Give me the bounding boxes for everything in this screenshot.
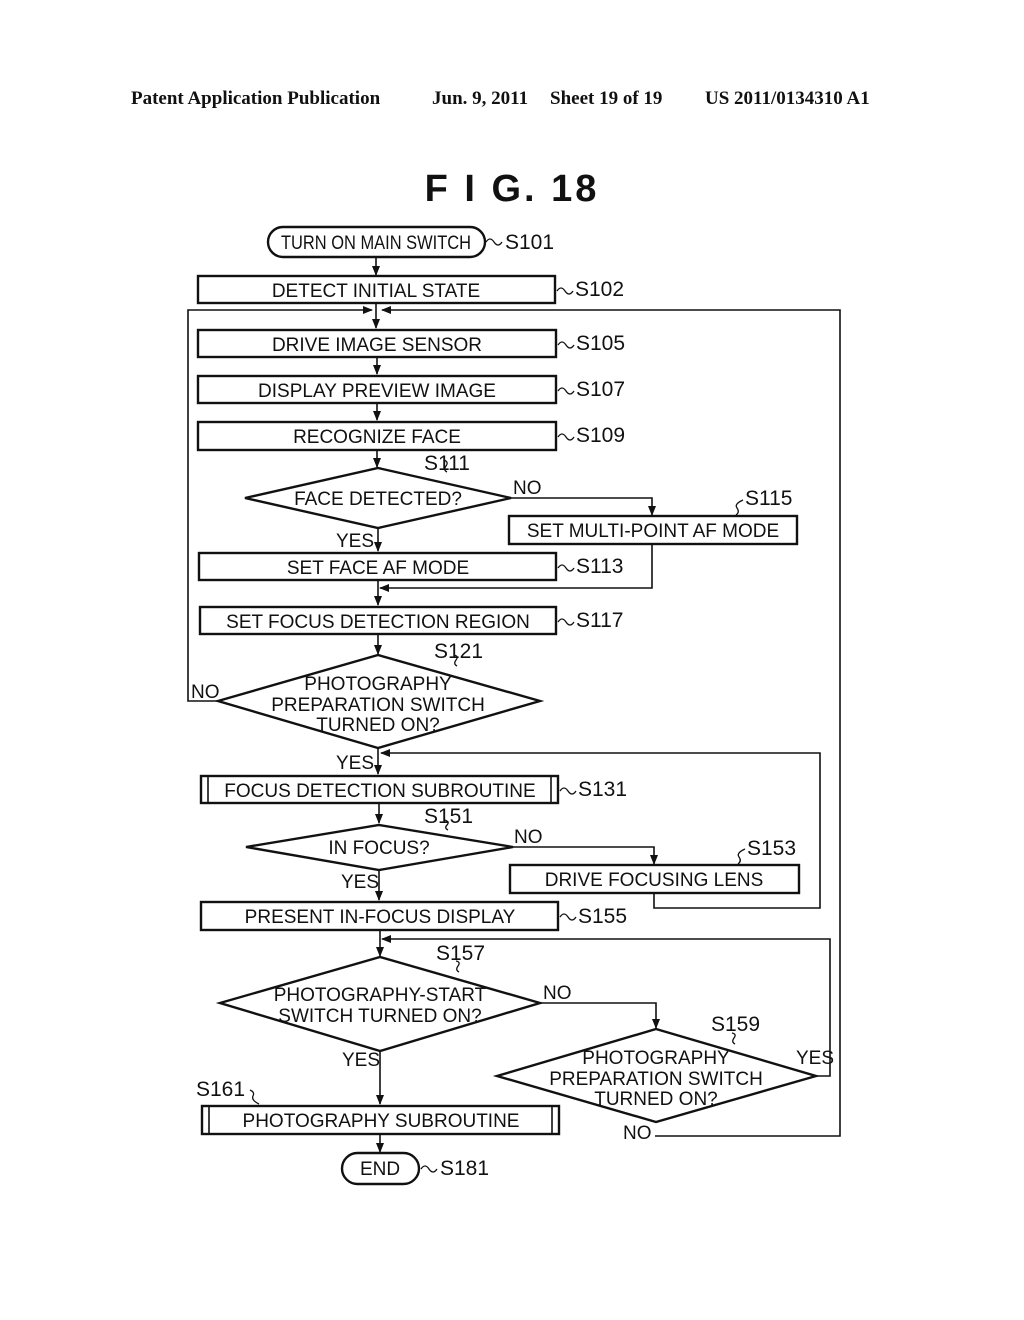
node-s105: DRIVE IMAGE SENSOR S105 bbox=[196, 328, 625, 359]
edge-label-no: NO bbox=[543, 983, 572, 1004]
node-text: DRIVE FOCUSING LENS bbox=[545, 870, 764, 891]
flowchart: TURN ON MAIN SWITCH S101 DETECT INITIAL … bbox=[187, 225, 841, 1186]
edge-label-no: NO bbox=[514, 827, 543, 848]
step-label: S109 bbox=[576, 424, 625, 447]
step-label: S131 bbox=[578, 778, 627, 801]
node-text-line-2: SWITCH TURNED ON? bbox=[278, 1006, 481, 1027]
node-text-line-1: PHOTOGRAPHY bbox=[582, 1048, 730, 1069]
node-s113: SET FACE AF MODE S113 bbox=[197, 551, 624, 582]
node-text-line-2: PREPARATION SWITCH bbox=[549, 1069, 763, 1090]
step-leader bbox=[420, 1165, 438, 1173]
step-label: S159 bbox=[711, 1013, 760, 1036]
step-leader bbox=[485, 238, 503, 246]
edge-label-no: NO bbox=[623, 1123, 652, 1144]
step-leader bbox=[557, 341, 575, 349]
step-leader bbox=[559, 787, 577, 795]
node-text: PRESENT IN-FOCUS DISPLAY bbox=[245, 907, 516, 928]
step-leader bbox=[557, 433, 575, 441]
node-text: SET FACE AF MODE bbox=[287, 558, 469, 579]
step-leader bbox=[557, 618, 575, 626]
edge-s157-s159 bbox=[540, 1002, 660, 1029]
node-text: RECOGNIZE FACE bbox=[293, 427, 461, 448]
node-s131: FOCUS DETECTION SUBROUTINE S131 bbox=[199, 774, 627, 805]
step-leader bbox=[556, 287, 574, 295]
edge-s111-s115 bbox=[511, 497, 656, 516]
node-s117: SET FOCUS DETECTION REGION S117 bbox=[198, 605, 624, 636]
step-label: S155 bbox=[578, 905, 627, 928]
edge-label-no: NO bbox=[513, 478, 542, 499]
node-s153: DRIVE FOCUSING LENS S153 bbox=[508, 837, 801, 895]
node-s151: IN FOCUS? S151 NO YES bbox=[245, 805, 543, 893]
step-label: S153 bbox=[747, 837, 796, 860]
step-leader bbox=[735, 499, 744, 516]
node-s102: DETECT INITIAL STATE S102 bbox=[196, 274, 624, 305]
step-leader bbox=[559, 913, 577, 921]
node-s161: PHOTOGRAPHY SUBROUTINE S161 bbox=[196, 1078, 561, 1136]
node-text: DISPLAY PREVIEW IMAGE bbox=[258, 381, 496, 402]
node-text-line-2: PREPARATION SWITCH bbox=[271, 695, 485, 716]
node-text: SET FOCUS DETECTION REGION bbox=[226, 612, 530, 633]
step-label: S117 bbox=[576, 609, 624, 632]
step-label: S101 bbox=[505, 231, 554, 254]
node-s121: PHOTOGRAPHY PREPARATION SWITCH TURNED ON… bbox=[191, 640, 545, 774]
edge-label-no: NO bbox=[191, 682, 220, 703]
edge-label-yes: YES bbox=[796, 1048, 834, 1069]
step-leader bbox=[557, 387, 575, 395]
node-text-line-3: TURNED ON? bbox=[594, 1089, 718, 1110]
step-leader bbox=[557, 564, 575, 572]
node-text-line-1: PHOTOGRAPHY bbox=[304, 674, 452, 695]
node-text: FOCUS DETECTION SUBROUTINE bbox=[224, 781, 535, 802]
step-label: S113 bbox=[576, 555, 624, 578]
node-text: TURN ON MAIN SWITCH bbox=[281, 233, 471, 254]
step-label: S161 bbox=[196, 1078, 245, 1101]
node-text: DETECT INITIAL STATE bbox=[272, 281, 480, 302]
edge-label-yes: YES bbox=[342, 1050, 380, 1071]
edge-label-yes: YES bbox=[336, 753, 374, 774]
node-text: IN FOCUS? bbox=[328, 838, 429, 859]
node-text-line-3: TURNED ON? bbox=[316, 715, 440, 736]
step-label: S102 bbox=[575, 278, 624, 301]
node-text: DRIVE IMAGE SENSOR bbox=[272, 335, 482, 356]
node-s157: PHOTOGRAPHY-START SWITCH TURNED ON? S157… bbox=[215, 942, 572, 1071]
step-label: S107 bbox=[576, 378, 625, 401]
edge-label-yes: YES bbox=[336, 531, 374, 552]
step-leader bbox=[249, 1089, 260, 1105]
step-leader bbox=[737, 848, 746, 865]
node-s101: TURN ON MAIN SWITCH S101 bbox=[266, 225, 554, 259]
node-text: FACE DETECTED? bbox=[294, 489, 462, 510]
node-s155: PRESENT IN-FOCUS DISPLAY S155 bbox=[199, 900, 627, 932]
step-label: S181 bbox=[440, 1157, 489, 1180]
step-label: S115 bbox=[745, 487, 793, 510]
node-text: PHOTOGRAPHY SUBROUTINE bbox=[243, 1111, 520, 1132]
node-s181: END S181 bbox=[340, 1151, 489, 1186]
node-s115: SET MULTI-POINT AF MODE S115 bbox=[507, 487, 799, 546]
node-s109: RECOGNIZE FACE S109 bbox=[196, 420, 625, 452]
step-label: S157 bbox=[436, 942, 485, 965]
step-label: S105 bbox=[576, 332, 625, 355]
step-label: S111 bbox=[424, 452, 470, 475]
node-s111: FACE DETECTED? S111 NO YES bbox=[244, 452, 542, 552]
node-text: SET MULTI-POINT AF MODE bbox=[527, 521, 779, 542]
edge-s151-s153 bbox=[513, 846, 658, 865]
edge-label-yes: YES bbox=[341, 872, 379, 893]
step-label: S151 bbox=[424, 805, 473, 828]
node-text: END bbox=[360, 1159, 400, 1180]
node-s107: DISPLAY PREVIEW IMAGE S107 bbox=[196, 374, 625, 405]
node-text-line-1: PHOTOGRAPHY-START bbox=[274, 985, 487, 1006]
step-label: S121 bbox=[434, 640, 483, 663]
